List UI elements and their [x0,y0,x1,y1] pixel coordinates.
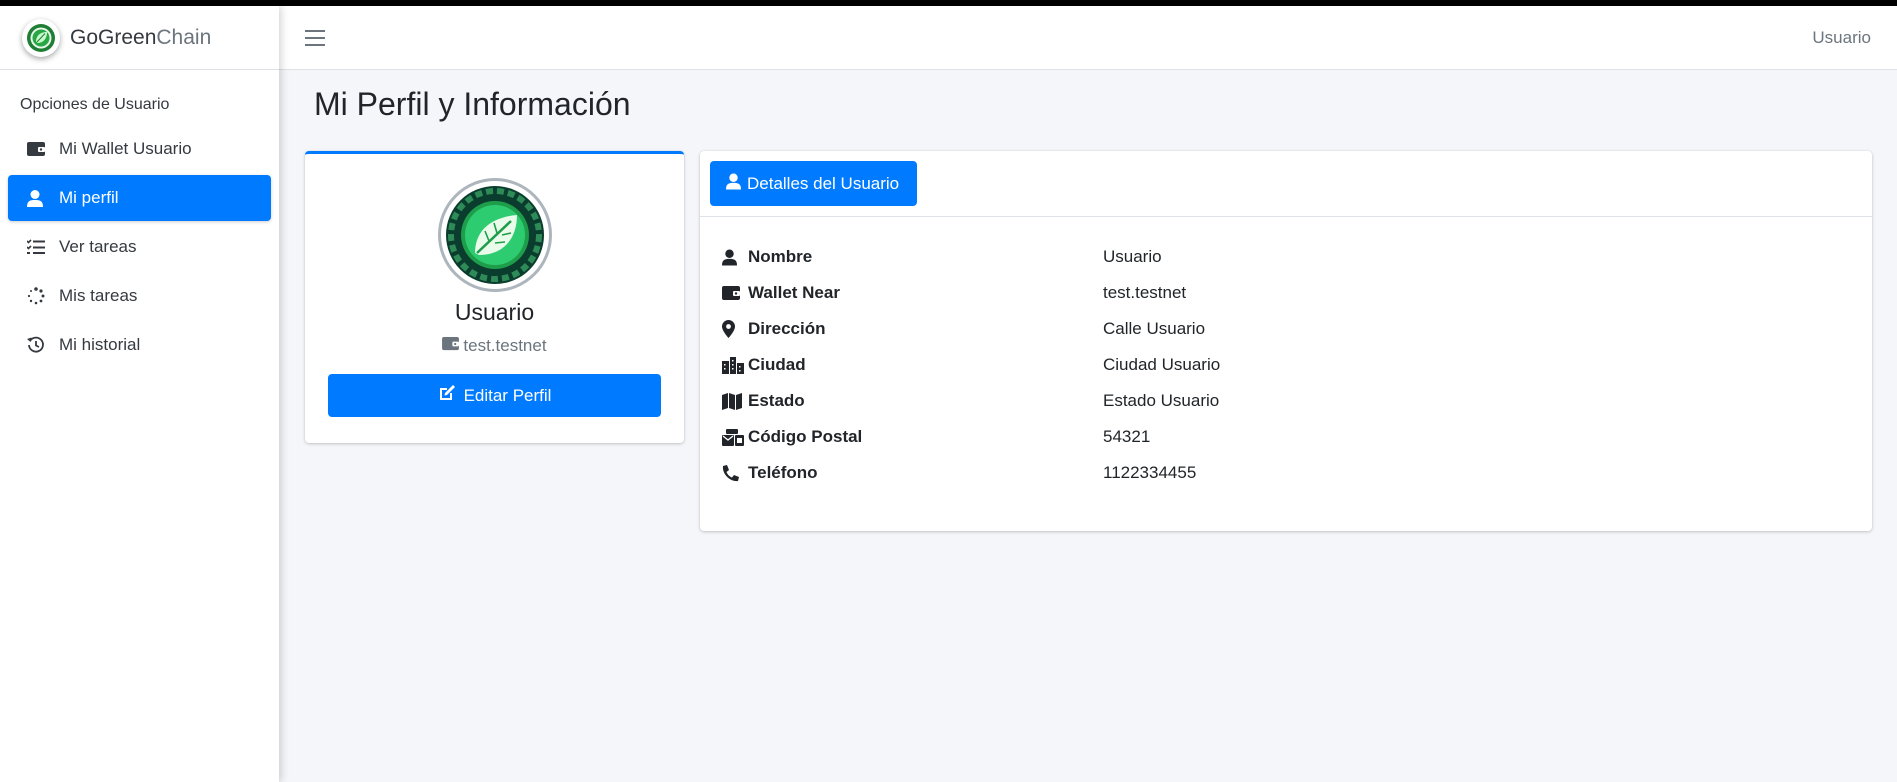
history-icon [27,336,49,354]
edit-profile-label: Editar Perfil [463,385,552,405]
detail-row-telefono: Teléfono 1122334455 [700,455,1872,491]
wallet-icon [27,140,49,158]
sidebar-item-view-tasks[interactable]: Ver tareas [8,224,271,270]
details-list: Nombre Usuario Wallet Near test.testnet … [700,217,1872,491]
sidebar-item-label: Mis tareas [59,286,138,305]
detail-label: Dirección [700,319,1103,339]
profile-wallet: test.testnet [442,336,547,356]
sidebar-item-wallet[interactable]: Mi Wallet Usuario [8,126,271,172]
detail-row-nombre: Nombre Usuario [700,239,1872,275]
wallet-icon [442,336,463,356]
user-details-tab-button[interactable]: Detalles del Usuario [710,161,918,206]
detail-label-text: Código Postal [748,427,863,446]
detail-value: 1122334455 [1103,463,1197,482]
wallet-icon [722,285,748,301]
user-icon [27,189,49,207]
detail-label: Wallet Near [700,283,1103,303]
detail-row-estado: Estado Estado Usuario [700,383,1872,419]
detail-row-wallet: Wallet Near test.testnet [700,275,1872,311]
sidebar-header: Opciones de Usuario [20,96,170,113]
user-icon [726,173,747,195]
detail-label-text: Dirección [748,319,826,338]
page-title: Mi Perfil y Información [314,86,631,122]
top-navbar: Usuario [279,6,1897,70]
detail-value: Calle Usuario [1103,319,1206,338]
brand-name: GoGreenChain [70,26,211,50]
detail-label-text: Nombre [748,247,813,266]
brand-name-bold: GoGreen [70,25,157,49]
avatar [437,178,552,292]
user-details-tab-label: Detalles del Usuario [747,173,900,193]
hamburger-icon[interactable] [305,29,325,46]
detail-label: Ciudad [700,355,1103,375]
detail-value: Ciudad Usuario [1103,355,1221,374]
detail-value: Usuario [1103,247,1162,266]
brand-name-light: Chain [156,25,212,49]
detail-label: Código Postal [700,427,1103,447]
sidebar: GoGreenChain Opciones de Usuario Mi Wall… [0,6,279,782]
detail-row-ciudad: Ciudad Ciudad Usuario [700,347,1872,383]
detail-label: Teléfono [700,463,1103,483]
detail-label-text: Wallet Near [748,283,840,302]
sidebar-item-label: Mi Wallet Usuario [59,139,192,158]
sidebar-item-profile[interactable]: Mi perfil [8,175,271,221]
user-icon [722,249,748,266]
sidebar-item-history[interactable]: Mi historial [8,322,271,368]
brand-link[interactable]: GoGreenChain [0,6,279,70]
detail-label: Nombre [700,247,1103,267]
detail-value: 54321 [1103,427,1151,446]
phone-icon [722,464,748,482]
edit-profile-button[interactable]: Editar Perfil [328,374,661,417]
spinner-icon [27,287,49,305]
detail-label-text: Ciudad [748,355,806,374]
brand-logo-icon [22,18,60,57]
navbar-user-link[interactable]: Usuario [1812,28,1871,48]
sidebar-item-label: Mi historial [59,335,141,354]
detail-label: Estado [700,391,1103,411]
map-marker-icon [722,320,748,338]
city-icon [722,356,748,374]
detail-label-text: Estado [748,391,805,410]
leaf-chain-logo-icon [445,186,544,284]
sidebar-item-label: Ver tareas [59,237,137,256]
details-card: Detalles del Usuario Nombre Usuario Wall… [700,151,1872,531]
sidebar-item-label: Mi perfil [59,188,119,207]
detail-row-codigo-postal: Código Postal 54321 [700,419,1872,455]
map-icon [722,392,748,410]
profile-name: Usuario [454,299,535,325]
edit-icon [438,384,464,407]
task-list-icon [27,238,49,256]
detail-label-text: Teléfono [748,463,818,482]
mail-bulk-icon [722,428,748,446]
profile-wallet-text: test.testnet [463,336,547,355]
profile-card: Usuario test.testnet Editar Perfil [305,151,684,443]
sidebar-item-my-tasks[interactable]: Mis tareas [8,273,271,319]
detail-row-direccion: Dirección Calle Usuario [700,311,1872,347]
detail-value: Estado Usuario [1103,391,1220,410]
details-card-header: Detalles del Usuario [700,151,1872,217]
detail-value: test.testnet [1103,283,1187,302]
